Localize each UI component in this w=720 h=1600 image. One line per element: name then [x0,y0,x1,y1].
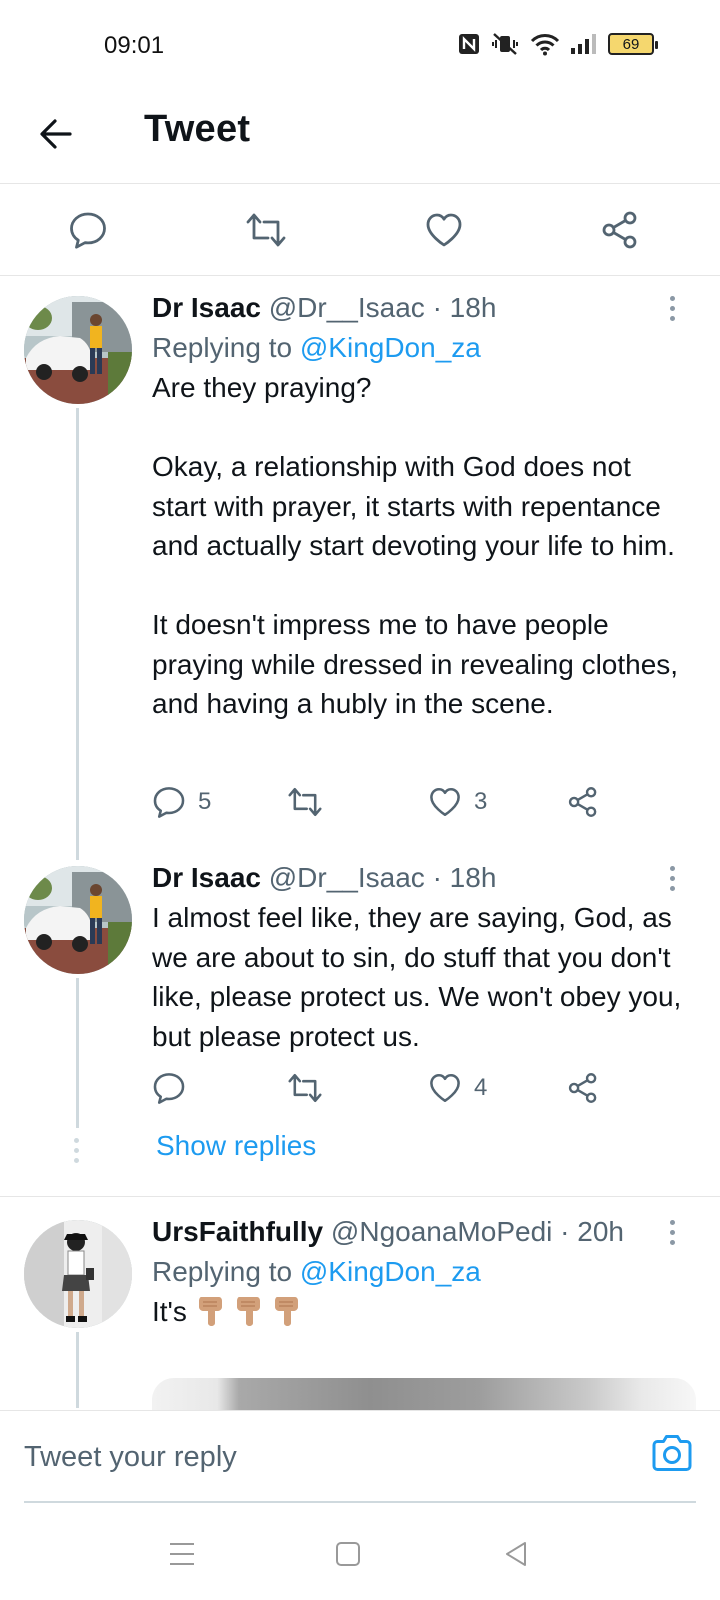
reply-icon [153,787,185,818]
reply-button[interactable] [64,206,112,254]
page-title: Tweet [144,108,251,150]
reply-icon [153,1073,185,1104]
top-app-bar: Tweet [0,92,720,184]
replying-to: Replying to @KingDon_za [152,330,692,366]
replying-to: Replying to @KingDon_za [152,1254,692,1290]
back-nav-button[interactable] [494,1532,538,1576]
like-button[interactable]: 4 [428,1068,487,1108]
mention-link[interactable]: @KingDon_za [300,332,481,363]
avatar[interactable] [24,296,132,404]
show-replies-link[interactable]: Show replies [156,1130,316,1162]
heart-icon [426,213,462,247]
menu-icon [170,1543,194,1565]
status-icons: 69 [458,32,658,56]
retweet-button[interactable] [286,1068,336,1108]
arrow-left-icon [40,119,72,149]
author-handle[interactable]: @Dr__Isaac [269,292,425,323]
avatar-photo [24,1220,132,1328]
replying-to-prefix: Replying to [152,1256,300,1287]
tweet-header: Dr Isaac @Dr__Isaac · 18h [152,290,692,326]
tweet-time: · 18h [432,862,497,893]
tweet-content: Dr Isaac @Dr__Isaac · 18h Replying to @K… [152,290,692,724]
like-button[interactable]: 3 [428,782,487,822]
share-icon [602,211,637,249]
reply-count: 5 [198,788,212,815]
tweet-actions: 4 [152,1068,612,1108]
share-icon [568,787,597,817]
avatar[interactable] [24,866,132,974]
tweet-header: UrsFaithfully @NgoanaMoPedi · 20h [152,1214,692,1250]
tweet-time: · 20h [560,1216,624,1247]
mention-link[interactable]: @KingDon_za [300,1256,481,1287]
author-handle[interactable]: @NgoanaMoPedi [331,1216,552,1247]
system-navigation-bar [0,1506,720,1600]
triangle-back-icon [506,1542,526,1566]
reply-button[interactable]: 5 [152,782,211,822]
author-name[interactable]: Dr Isaac [152,862,261,893]
battery-icon: 69 [608,33,658,55]
tweet-text: Are they praying? Okay, a relationship w… [152,372,679,719]
heart-icon [430,787,460,817]
camera-icon [652,1435,692,1471]
reply-input-underline [24,1501,696,1503]
camera-button[interactable] [648,1429,696,1477]
status-bar: 09:01 69 [0,0,720,92]
author-handle[interactable]: @Dr__Isaac [269,862,425,893]
vibrate-mute-icon [492,33,518,55]
share-button[interactable] [566,782,600,822]
wifi-icon [530,34,560,56]
retweet-icon [288,787,322,817]
thread-gap-dots [74,1138,79,1163]
nfc-icon [459,34,479,54]
point-down-emoji [274,1297,298,1326]
tweet-time: · 18h [432,292,497,323]
main-tweet-action-bar [0,184,720,276]
share-button[interactable] [566,1068,600,1108]
like-button[interactable] [420,206,468,254]
reply-composer [0,1410,720,1506]
home-button[interactable] [326,1532,370,1576]
retweet-icon [288,1073,322,1103]
menu-button[interactable] [160,1532,204,1576]
divider [0,1196,720,1197]
point-down-emoji [198,1297,222,1326]
tweet-content: Dr Isaac @Dr__Isaac · 18h I almost feel … [152,860,692,1056]
tweet-text: I almost feel like, they are saying, God… [152,902,690,1052]
avatar-photo [24,296,132,404]
back-button[interactable] [34,112,78,156]
tweet-text: It's [152,1292,692,1332]
battery-level: 69 [622,35,640,53]
tweet-header: Dr Isaac @Dr__Isaac · 18h [152,860,692,896]
like-count: 3 [474,788,488,815]
author-name[interactable]: UrsFaithfully [152,1216,323,1247]
retweet-button[interactable] [242,206,290,254]
author-name[interactable]: Dr Isaac [152,292,261,323]
avatar-photo [24,866,132,974]
reply-input[interactable] [24,1435,584,1479]
retweet-button[interactable] [286,782,336,822]
share-button[interactable] [596,206,644,254]
replying-to-prefix: Replying to [152,332,300,363]
tweet-actions: 5 3 [152,782,612,822]
share-icon [568,1073,597,1103]
reply-icon [70,212,106,249]
tweet-text-content: It's [152,1296,187,1327]
point-down-emoji [236,1297,260,1326]
thread-line [76,1332,79,1408]
retweet-icon [246,213,286,247]
tweet-content: UrsFaithfully @NgoanaMoPedi · 20h Replyi… [152,1214,692,1332]
square-icon [336,1542,360,1566]
like-count: 4 [474,1074,488,1101]
reply-button[interactable] [152,1068,198,1108]
thread-line [76,978,79,1128]
heart-icon [430,1073,460,1103]
thread-line [76,408,79,860]
status-time: 09:01 [104,32,165,59]
signal-icon [571,34,596,54]
avatar[interactable] [24,1220,132,1328]
